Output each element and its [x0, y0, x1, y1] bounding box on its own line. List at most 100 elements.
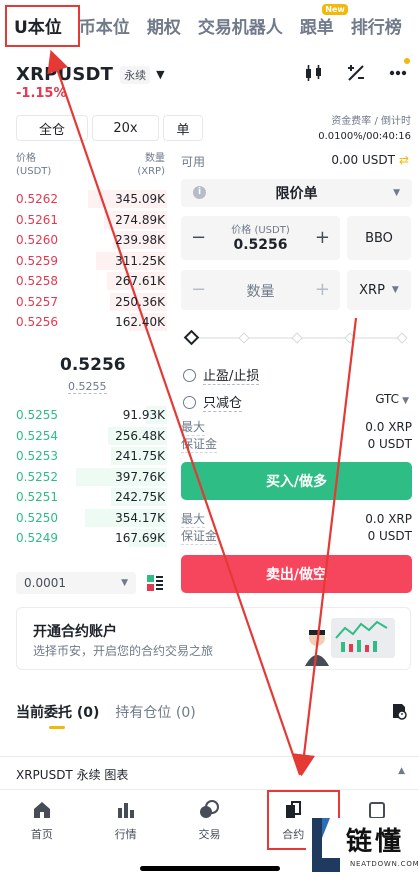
bid-row[interactable]: 0.5255 91.93K	[16, 405, 167, 425]
position-mode-button[interactable]: 单	[163, 115, 203, 141]
plus-icon[interactable]: +	[315, 227, 330, 248]
bid-row[interactable]: 0.5250 354.17K	[16, 508, 167, 528]
ask-qty: 162.40K	[115, 315, 165, 329]
precision-select[interactable]: 0.0001 ▼	[16, 572, 136, 594]
bid-price: 0.5250	[16, 510, 58, 525]
ask-row[interactable]: 0.5261 274.89K	[16, 210, 167, 230]
bid-price: 0.5254	[16, 428, 58, 443]
mark-price: 0.5255	[68, 380, 107, 394]
last-price[interactable]: 0.5256	[60, 355, 126, 375]
notification-dot	[404, 58, 410, 64]
ask-price: 0.5260	[16, 233, 58, 247]
chart-bar-label[interactable]: XRPUSDT 永续 图表	[16, 766, 128, 783]
nav-trade[interactable]: 交易	[168, 790, 252, 850]
orderbook-header: 价格 (USDT) 数量 (XRP)	[16, 152, 165, 178]
open-futures-account-card[interactable]: 开通合约账户 选择币安，开启您的合约交易之旅	[16, 607, 411, 670]
slider-tick-25[interactable]	[238, 332, 250, 344]
ask-row[interactable]: 0.5258 267.61K	[16, 271, 167, 291]
price-input[interactable]: − 价格 (USDT) 0.5256 +	[181, 216, 340, 260]
ask-row[interactable]: 0.5257 250.36K	[16, 292, 167, 312]
orderbook-price-label: 价格	[16, 153, 36, 164]
time-in-force-value: GTC	[375, 392, 400, 406]
tab-positions[interactable]: 持有仓位 (0)	[115, 702, 195, 722]
ask-row[interactable]: 0.5256 162.40K	[16, 312, 167, 332]
nav-home[interactable]: 首页	[0, 790, 84, 850]
caret-down-icon: ▼	[393, 188, 400, 198]
price-change: -1.15%	[16, 86, 67, 101]
tab-copy-trading[interactable]: 跟单 New	[299, 3, 348, 38]
order-type-select[interactable]: i 限价单 ▼	[181, 179, 412, 207]
buy-long-button[interactable]: 买入/做多	[181, 462, 412, 500]
info-icon[interactable]: i	[193, 186, 206, 199]
slider-handle[interactable]	[183, 329, 200, 346]
candlestick-icon[interactable]	[303, 62, 325, 84]
watermark-en: NEATDOWN.COM	[350, 860, 419, 868]
ask-price: 0.5258	[16, 274, 58, 288]
slider-tick-100[interactable]	[396, 332, 408, 344]
funding-label: 资金费率 / 倒计时	[331, 116, 411, 127]
orderbook-qty-label: 数量	[145, 153, 165, 164]
radio-icon	[183, 395, 196, 409]
sell-max-label: 最大	[181, 512, 206, 528]
ask-row[interactable]: 0.5260 239.98K	[16, 230, 167, 250]
ask-qty: 267.61K	[115, 274, 165, 288]
reduce-only-checkbox[interactable]: 只减仓	[183, 392, 243, 412]
tab-copy-trading-label: 跟单	[299, 17, 334, 38]
available-label: 可用	[181, 155, 206, 169]
caret-down-icon: ▼	[156, 68, 165, 81]
slider-tick-75[interactable]	[344, 332, 356, 344]
bid-row[interactable]: 0.5254 256.48K	[16, 426, 167, 446]
leverage-button[interactable]: 20x	[92, 115, 159, 141]
sell-short-button[interactable]: 卖出/做空	[181, 555, 412, 593]
tp-sl-checkbox[interactable]: 止盈/止损	[183, 365, 260, 385]
bid-price: 0.5251	[16, 490, 58, 504]
ask-qty: 345.09K	[115, 192, 165, 206]
tab-coin-m[interactable]: 币本位	[79, 13, 130, 38]
nav-markets[interactable]: 行情	[84, 790, 168, 850]
bid-qty: 167.69K	[115, 531, 165, 545]
bid-row[interactable]: 0.5252 397.76K	[16, 467, 167, 487]
caret-up-icon[interactable]: ▲	[398, 766, 405, 776]
symbol-name: XRPUSDT	[16, 64, 114, 85]
ask-price: 0.5257	[16, 294, 58, 309]
amount-slider[interactable]	[183, 329, 408, 346]
ask-qty: 311.25K	[115, 253, 165, 268]
bid-qty: 397.76K	[115, 469, 165, 484]
tab-leaderboard[interactable]: 排行榜	[351, 13, 402, 38]
ask-qty: 239.98K	[115, 233, 165, 247]
watermark: 链懂 NEATDOWN.COM	[306, 818, 419, 877]
tab-open-orders[interactable]: 当前委托 (0)	[16, 702, 99, 722]
wallet-icon	[369, 802, 386, 819]
plus-icon[interactable]: +	[315, 279, 330, 300]
margin-mode-button[interactable]: 全仓	[16, 115, 88, 141]
ask-row[interactable]: 0.5259 311.25K	[16, 251, 167, 271]
orderbook-layout-icon[interactable]	[146, 574, 164, 592]
bid-qty: 354.17K	[115, 510, 165, 525]
bid-row[interactable]: 0.5249 167.69K	[16, 528, 167, 548]
transfer-icon[interactable]: ⇄	[399, 153, 409, 167]
available-value: 0.00 USDT	[331, 153, 395, 167]
bid-qty: 242.75K	[115, 490, 165, 504]
nav-trade-label: 交易	[198, 828, 221, 841]
percent-adjust-icon[interactable]	[345, 62, 367, 84]
tab-options[interactable]: 期权	[147, 13, 181, 38]
tab-trading-bots[interactable]: 交易机器人	[198, 13, 283, 38]
watermark-cn: 链懂	[346, 827, 405, 857]
precision-value: 0.0001	[24, 576, 66, 590]
quantity-unit-select[interactable]: XRP ▼	[347, 270, 411, 310]
quantity-input[interactable]: − 数量 +	[181, 270, 340, 310]
slider-tick-50[interactable]	[291, 332, 303, 344]
bid-row[interactable]: 0.5251 242.75K	[16, 487, 167, 507]
active-tab-indicator	[49, 726, 65, 729]
bbo-button[interactable]: BBO	[347, 216, 411, 260]
caret-down-icon: ▼	[391, 285, 399, 295]
symbol-selector[interactable]: XRPUSDT 永续 ▼	[16, 64, 165, 85]
order-history-icon[interactable]	[390, 702, 408, 720]
caret-down-icon: ▼	[121, 578, 128, 588]
time-in-force-select[interactable]: GTC ▼	[375, 392, 409, 406]
ask-row[interactable]: 0.5262 345.09K	[16, 189, 167, 209]
bid-qty: 256.48K	[115, 428, 165, 443]
bid-row[interactable]: 0.5253 241.75K	[16, 446, 167, 466]
contract-type-tag: 永续	[120, 65, 151, 84]
more-icon[interactable]	[387, 58, 410, 84]
